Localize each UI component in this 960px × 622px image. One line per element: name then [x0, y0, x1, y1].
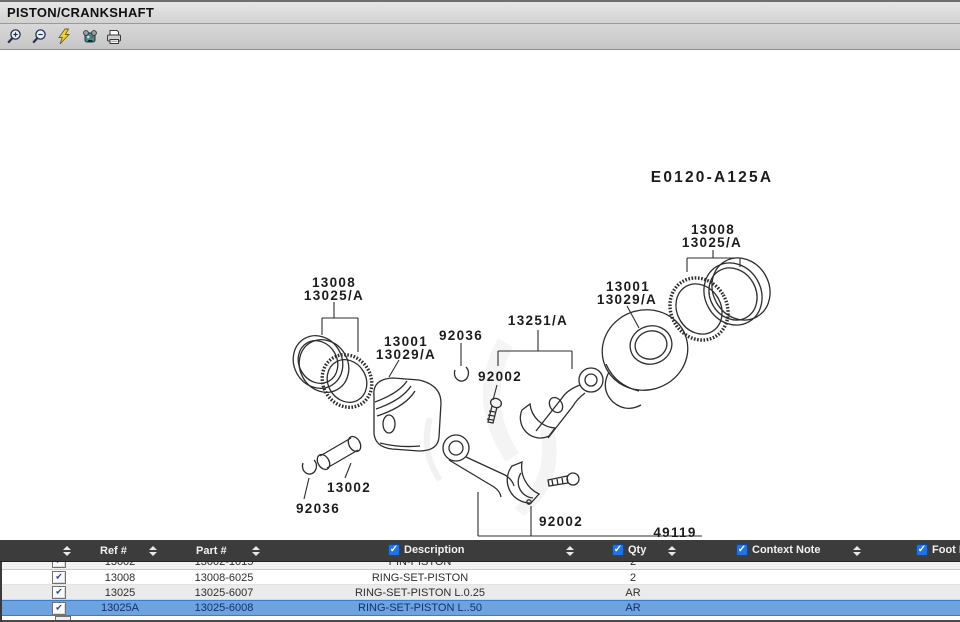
- sort-icon[interactable]: [667, 545, 677, 557]
- label-crankshaft[interactable]: 49119: [653, 525, 696, 540]
- row-edit-icon[interactable]: [52, 562, 66, 568]
- context-note-checkbox[interactable]: [736, 544, 748, 556]
- qty-checkbox[interactable]: [612, 544, 624, 556]
- description-checkbox[interactable]: [388, 544, 400, 556]
- table-row[interactable]: 13008 13008-6025 RING-SET-PISTON 2: [2, 570, 960, 585]
- left-piston-rings[interactable]: [284, 327, 382, 417]
- title-bar: PISTON/CRANKSHAFT: [0, 0, 960, 24]
- cell-ref: 13025A: [72, 602, 168, 614]
- zoom-out-icon: [31, 28, 48, 45]
- table-row[interactable]: 13002 13002-1015 PIN-PISTON 2: [2, 562, 960, 569]
- cell-ref: 13025: [72, 587, 168, 599]
- circlip-lower[interactable]: [302, 460, 316, 474]
- flash-hotpoints-button[interactable]: [55, 28, 73, 46]
- page-title: PISTON/CRANKSHAFT: [7, 5, 154, 20]
- lightning-icon: [56, 28, 72, 45]
- parts-select-icon: [81, 29, 98, 45]
- label-right-rings-2[interactable]: 13025/A: [682, 235, 742, 250]
- left-piston[interactable]: [374, 378, 441, 451]
- right-piston-rings[interactable]: [659, 247, 781, 350]
- sort-icon[interactable]: [565, 545, 575, 557]
- cell-desc: PIN-PISTON: [280, 562, 560, 568]
- label-pin[interactable]: 13002: [327, 480, 371, 495]
- column-context-note: Context Note: [752, 544, 820, 556]
- cell-qty: AR: [560, 602, 706, 614]
- label-right-piston-2[interactable]: 13029/A: [597, 292, 657, 307]
- sort-icon[interactable]: [852, 545, 862, 557]
- row-edit-icon: [55, 616, 71, 620]
- label-conrod-group[interactable]: 13251/A: [508, 313, 568, 328]
- column-foot-group: Foot Note: [916, 544, 960, 556]
- column-description-group: Description: [388, 544, 465, 556]
- cell-qty: 2: [560, 562, 706, 568]
- column-qty: Qty: [628, 544, 646, 556]
- cell-ref: 13008: [72, 572, 168, 584]
- sort-icon[interactable]: [251, 545, 261, 557]
- cell-part: 13008-6025: [168, 572, 280, 584]
- cell-qty: 2: [560, 572, 706, 584]
- sort-icon[interactable]: [62, 545, 72, 557]
- diagram-canvas: E0120-A125A 13008 13025/A 13001 13029/A …: [0, 50, 960, 540]
- cell-qty: AR: [560, 587, 706, 599]
- column-description: Description: [404, 544, 465, 556]
- cell-ref: 13002: [72, 562, 168, 568]
- connecting-rod-lower[interactable]: [443, 435, 539, 504]
- cell-desc: RING-SET-PISTON L.0.25: [280, 587, 560, 599]
- connecting-rod-upper[interactable]: [520, 368, 603, 438]
- label-bolt-lower[interactable]: 92002: [539, 514, 583, 529]
- label-left-piston-2[interactable]: 13029/A: [376, 347, 436, 362]
- zoom-in-icon: [6, 28, 23, 45]
- column-part: Part #: [196, 545, 227, 557]
- column-qty-group: Qty: [612, 544, 646, 556]
- circlip-upper[interactable]: [454, 367, 468, 381]
- column-ref: Ref #: [100, 545, 127, 557]
- column-foot-note: Foot Note: [932, 544, 960, 556]
- diagram-toolbar: [0, 24, 960, 50]
- cell-desc: RING-SET-PISTON L..50: [280, 602, 560, 614]
- print-icon: [105, 29, 123, 45]
- table-row-selected[interactable]: 13025A 13025-6008 RING-SET-PISTON L..50 …: [2, 600, 960, 616]
- label-clip-upper[interactable]: 92036: [439, 328, 483, 343]
- cell-part: 13025-6008: [168, 602, 280, 614]
- column-context-group: Context Note: [736, 544, 820, 556]
- parts-table: Ref # Part # Description Qty Context Not…: [0, 540, 960, 622]
- cell-desc: RING-SET-PISTON: [280, 572, 560, 584]
- parts-select-button[interactable]: [80, 28, 98, 46]
- label-clip-lower[interactable]: 92036: [296, 501, 340, 516]
- label-bolt-upper[interactable]: 92002: [478, 369, 522, 384]
- diagram-code-label: E0120-A125A: [651, 169, 773, 186]
- print-button[interactable]: [105, 28, 123, 46]
- table-header: Ref # Part # Description Qty Context Not…: [0, 540, 960, 562]
- label-left-rings-2[interactable]: 13025/A: [304, 288, 364, 303]
- piston-pin[interactable]: [315, 434, 364, 471]
- table-row-clipped: 13002 13002-1015 PIN-PISTON 2: [2, 562, 960, 570]
- row-edit-icon[interactable]: [52, 586, 66, 599]
- table-body: 13002 13002-1015 PIN-PISTON 2 13008 1300…: [0, 562, 960, 622]
- zoom-out-button[interactable]: [30, 28, 48, 46]
- table-row[interactable]: 13025 13025-6007 RING-SET-PISTON L.0.25 …: [2, 585, 960, 600]
- cell-part: 13002-1015: [168, 562, 280, 568]
- row-edit-icon[interactable]: [52, 571, 66, 584]
- row-edit-icon[interactable]: [52, 602, 66, 615]
- exploded-diagram: E0120-A125A 13008 13025/A 13001 13029/A …: [0, 50, 960, 540]
- right-piston[interactable]: [593, 300, 698, 409]
- cell-part: 13025-6007: [168, 587, 280, 599]
- foot-note-checkbox[interactable]: [916, 544, 928, 556]
- sort-icon[interactable]: [148, 545, 158, 557]
- zoom-in-button[interactable]: [5, 28, 23, 46]
- watermark: [427, 338, 557, 516]
